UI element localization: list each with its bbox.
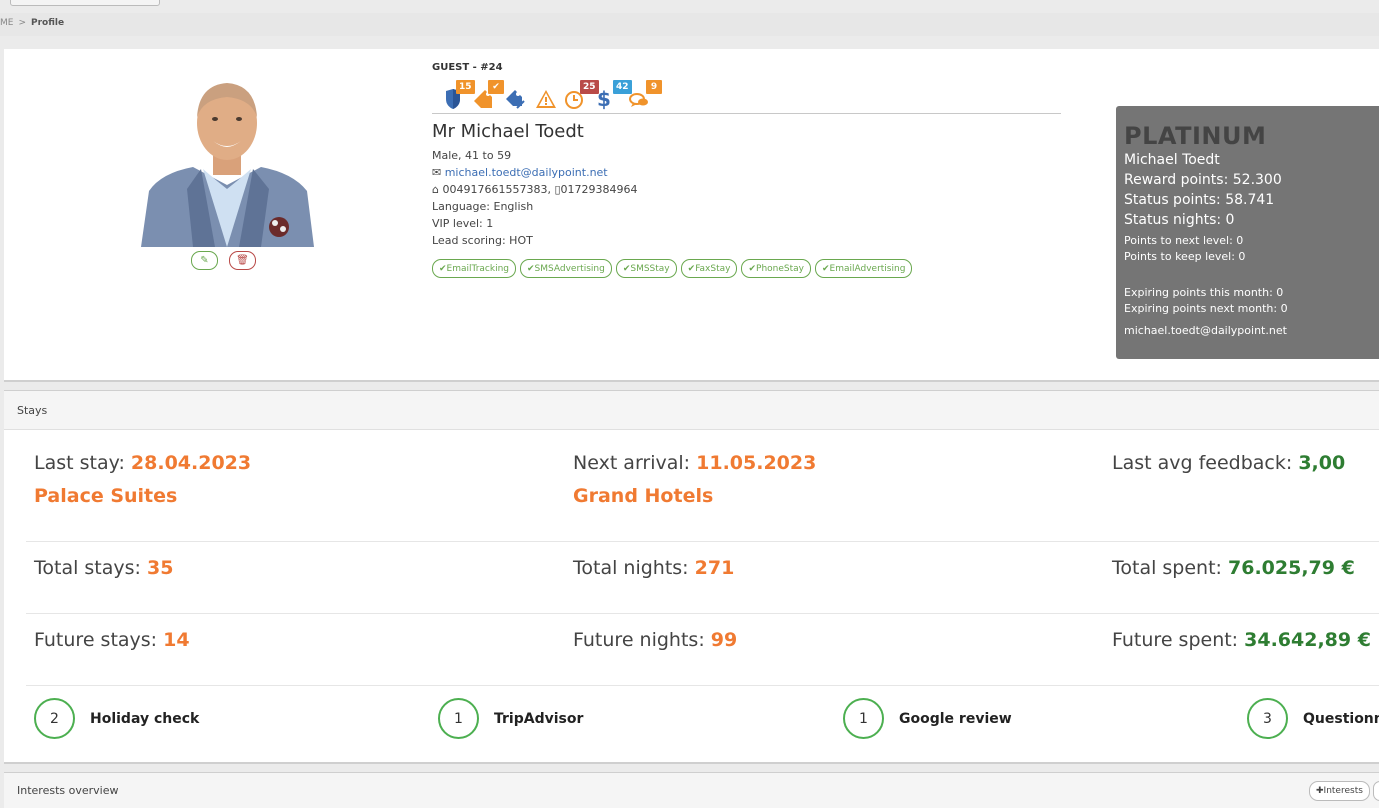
phone-number: 004917661557383, [442,183,555,196]
badge-count: 9 [646,80,662,94]
feedback-value: 3,00 [1298,452,1346,474]
last-stay-date: 28.04.2023 [130,452,252,474]
consent-badge[interactable]: ✔ EmailAdvertising [814,259,913,278]
expiring-this-month: Expiring points this month: 0 [1124,286,1284,299]
check-icon: ✔ [748,263,757,274]
next-arrival: Next arrival: 11.05.2023 [573,452,817,474]
future-stays-value: 14 [163,629,190,651]
vip-level: VIP level: 1 [432,217,494,230]
mobile-number: 01729384964 [560,183,638,196]
consent-list: ✔ EmailTracking ✔ SMSAdvertising ✔ SMSStay … [432,259,913,278]
review-questionnaire[interactable]: 3 Questionnaire [1247,698,1379,739]
lead-scoring: Lead scoring: HOT [432,234,533,247]
delete-profile-button[interactable]: 🗑 [229,251,256,270]
pencil-icon: ✎ [200,255,209,266]
review-count: 2 [34,698,75,739]
consent-badge[interactable]: ✔ SMSAdvertising [519,259,612,278]
interests-more-button[interactable] [1373,781,1379,801]
edit-profile-button[interactable]: ✎ [191,251,218,270]
guest-photo [141,69,314,247]
total-stays-value: 35 [147,557,174,579]
review-google[interactable]: 1 Google review [843,698,1012,739]
future-spent-value: 34.642,89 € [1244,629,1371,651]
row-divider [26,685,1379,686]
loyalty-name: Michael Toedt [1124,152,1220,168]
gender-age: Male, 41 to 59 [432,149,512,162]
envelope-icon: ✉ [432,166,442,179]
future-nights-value: 99 [710,629,738,651]
future-nights: Future nights: 99 [573,629,738,651]
total-spent-value: 76.025,79 € [1228,557,1355,579]
badge-count: ✔ [488,80,504,94]
total-stays: Total stays: 35 [34,557,174,579]
plus-icon: ✚ [1316,786,1324,796]
interests-header: Interests overview [17,784,119,797]
review-label: Questionnaire [1303,710,1379,727]
consent-badge[interactable]: ✔ FaxStay [680,259,738,278]
last-stay: Last stay: 28.04.2023 [34,452,252,474]
breadcrumb: ME > Profile [0,13,1379,36]
row-divider [26,613,1379,614]
add-interests-button[interactable]: ✚ Interests [1309,781,1370,801]
phone-row: ⌂ 004917661557383, ▯01729384964 [432,183,638,196]
review-count: 1 [843,698,884,739]
consent-badge[interactable]: ✔ SMSStay [615,259,677,278]
review-count: 1 [438,698,479,739]
status-nights: Status nights: 0 [1124,212,1235,228]
loyalty-email: michael.toedt@dailypoint.net [1124,324,1287,337]
consent-badge[interactable]: ✔ EmailTracking [432,259,516,278]
points-keep-level: Points to keep level: 0 [1124,250,1246,263]
tags-icon[interactable] [504,88,526,110]
review-label: Holiday check [90,710,200,727]
total-nights-value: 271 [694,557,735,579]
review-label: TripAdvisor [494,710,584,727]
status-points: Status points: 58.741 [1124,192,1275,208]
breadcrumb-current: Profile [31,18,65,28]
breadcrumb-home[interactable]: ME [0,18,13,28]
review-holiday-check[interactable]: 2 Holiday check [34,698,199,739]
check-icon: ✔ [526,263,535,274]
interests-panel: Interests overview ✚ Interests [4,772,1379,808]
total-nights: Total nights: 271 [573,557,735,579]
last-stay-hotel[interactable]: Palace Suites [34,485,177,507]
guest-id: GUEST - #24 [432,62,503,73]
reward-points: Reward points: 52.300 [1124,172,1282,188]
stays-panel: Stays Last stay: 28.04.2023 Palace Suite… [4,390,1379,764]
profile-panel: ✎ 🗑 GUEST - #24 15 ✔ 25 $ 42 9 Mr Michae… [4,49,1379,382]
future-stays: Future stays: 14 [34,629,190,651]
language: Language: English [432,200,534,213]
next-arrival-date: 11.05.2023 [696,452,817,474]
next-arrival-hotel[interactable]: Grand Hotels [573,485,713,507]
last-avg-feedback: Last avg feedback: 3,00 [1112,452,1346,474]
check-icon: ✔ [439,263,447,274]
divider [432,113,1061,114]
review-label: Google review [899,710,1012,727]
warning-icon[interactable] [535,88,557,110]
loyalty-card: PLATINUM Michael Toedt Reward points: 52… [1116,106,1379,359]
stays-header: Stays [4,391,1379,430]
total-spent: Total spent: 76.025,79 € [1112,557,1355,579]
email-row: ✉ michael.toedt@dailypoint.net [432,166,608,179]
row-divider [26,541,1379,542]
review-count: 3 [1247,698,1288,739]
loyalty-level: PLATINUM [1124,122,1267,150]
check-icon: ✔ [687,263,696,274]
guest-name: Mr Michael Toedt [432,121,584,142]
check-icon: ✔ [821,263,830,274]
review-tripadvisor[interactable]: 1 TripAdvisor [438,698,583,739]
guest-badges: 15 ✔ 25 $ 42 9 [438,80,678,110]
top-dropdown-button[interactable] [10,0,160,6]
future-spent: Future spent: 34.642,89 € [1112,629,1371,651]
consent-badge[interactable]: ✔ PhoneStay [741,259,811,278]
home-icon: ⌂ [432,183,439,196]
expiring-next-month: Expiring points next month: 0 [1124,302,1288,315]
dollar-icon[interactable]: $ [593,88,615,110]
check-icon: ✔ [622,263,631,274]
points-next-level: Points to next level: 0 [1124,234,1244,247]
email-link[interactable]: michael.toedt@dailypoint.net [445,166,608,179]
chevron-right-icon: > [18,18,26,28]
trash-icon: 🗑 [236,255,249,266]
